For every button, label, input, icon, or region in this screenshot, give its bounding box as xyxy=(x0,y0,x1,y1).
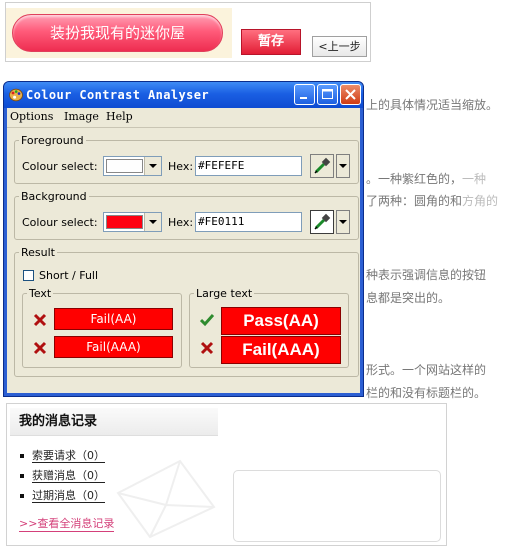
view-all-messages-link[interactable]: >>查看全消息记录 xyxy=(19,515,115,532)
app-palette-icon xyxy=(9,88,23,102)
foreground-eyedropper-menu[interactable] xyxy=(336,154,350,178)
background-hex-label: Hex: xyxy=(168,216,194,229)
menu-separator xyxy=(7,127,360,128)
result-legend: Result xyxy=(21,246,55,259)
background-legend: Background xyxy=(21,190,87,203)
chevron-down-icon xyxy=(339,164,347,168)
page-text-line: 息都是突出的。 xyxy=(366,291,451,305)
fail-cross-icon xyxy=(200,341,214,355)
menu-bar xyxy=(7,108,360,126)
menu-image[interactable]: Image xyxy=(64,110,99,123)
message-item-expired[interactable]: 过期消息（0） xyxy=(20,487,105,503)
foreground-group: Foreground xyxy=(14,134,359,184)
eyedropper-icon xyxy=(314,213,331,230)
messages-side-panel xyxy=(233,470,441,542)
foreground-legend: Foreground xyxy=(21,134,84,147)
fail-cross-icon xyxy=(33,313,47,327)
background-colour-select[interactable] xyxy=(103,212,162,232)
text-legend: Text xyxy=(29,287,52,300)
fail-cross-icon xyxy=(33,341,47,355)
menu-help[interactable]: Help xyxy=(106,110,133,123)
foreground-hex-label: Hex: xyxy=(168,160,194,173)
messages-title: 我的消息记录 xyxy=(10,408,218,436)
envelope-watermark-icon xyxy=(116,459,216,539)
text-aa-result: Fail(AA) xyxy=(54,308,173,330)
background-colour-label: Colour select: xyxy=(22,216,98,229)
minimize-button[interactable] xyxy=(294,84,315,105)
foreground-colour-label: Colour select: xyxy=(22,160,98,173)
chevron-down-icon[interactable] xyxy=(144,157,161,175)
dressup-button[interactable]: 装扮我现有的迷你屋 xyxy=(12,14,223,52)
window-title: Colour Contrast Analyser xyxy=(26,88,209,102)
page-text-line: 栏的和没有标题栏的。 xyxy=(366,386,487,400)
large-text-aaa-result: Fail(AAA) xyxy=(221,336,341,364)
menu-options[interactable]: Options xyxy=(10,110,53,123)
foreground-hex-input[interactable]: #FEFEFE xyxy=(195,156,302,176)
page-text-line: 种表示强调信息的按钮 xyxy=(366,268,487,282)
message-item-requests[interactable]: 索要请求（0） xyxy=(20,447,105,463)
background-group: Background xyxy=(14,190,359,240)
short-full-label: Short / Full xyxy=(39,269,99,282)
large-text-aa-result: Pass(AA) xyxy=(221,307,341,335)
eyedropper-icon xyxy=(314,157,331,174)
pass-check-icon xyxy=(200,314,214,327)
chevron-down-icon xyxy=(339,220,347,224)
background-hex-input[interactable]: #FE0111 xyxy=(195,212,302,232)
foreground-swatch xyxy=(106,159,143,173)
page-text-line: 上的具体情况适当缩放。 xyxy=(366,98,499,112)
short-full-checkbox[interactable] xyxy=(23,270,34,281)
back-button[interactable]: <上一步 xyxy=(312,36,367,57)
background-eyedropper-menu[interactable] xyxy=(336,210,350,234)
close-button[interactable] xyxy=(340,84,361,105)
foreground-eyedropper-button[interactable] xyxy=(310,154,334,178)
chevron-down-icon[interactable] xyxy=(144,213,161,231)
background-swatch xyxy=(106,215,143,229)
large-text-legend: Large text xyxy=(196,287,253,300)
text-aaa-result: Fail(AAA) xyxy=(54,336,173,358)
close-icon xyxy=(345,89,356,100)
background-eyedropper-button[interactable] xyxy=(310,210,334,234)
maximize-icon xyxy=(322,89,333,99)
page-text-line: 了两种：圆角的和方角的 xyxy=(366,194,499,208)
maximize-button[interactable] xyxy=(317,84,338,105)
save-button[interactable]: 暂存 xyxy=(241,29,301,55)
message-item-gifts[interactable]: 获赠消息（0） xyxy=(20,467,105,483)
page-text-line: 形式。一个网站这样的 xyxy=(366,363,487,377)
minimize-icon xyxy=(300,97,307,99)
page-text-line: 。一种紫红色的，一种 xyxy=(366,172,487,186)
foreground-colour-select[interactable] xyxy=(103,156,162,176)
